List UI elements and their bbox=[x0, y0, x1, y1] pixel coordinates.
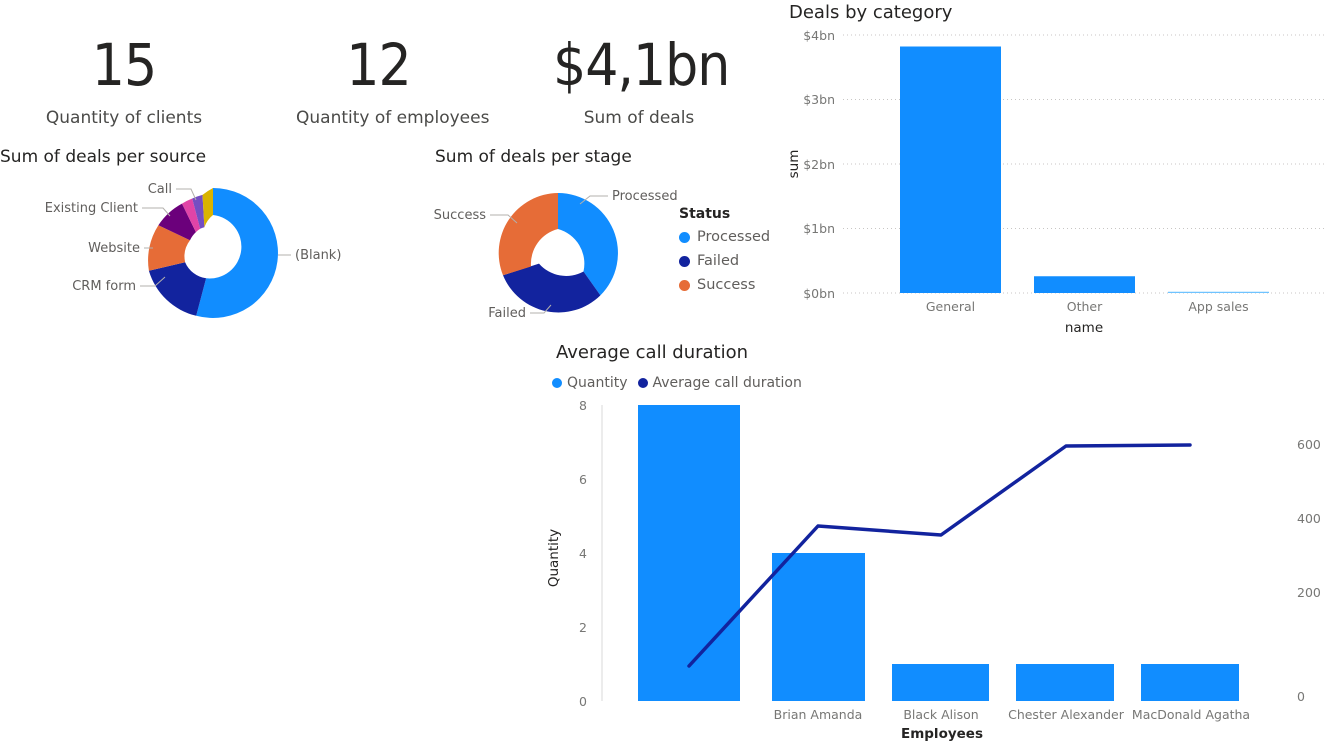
dashboard-canvas: 15 Quantity of clients 12 Quantity of em… bbox=[0, 0, 1326, 742]
legend-swatch-icon bbox=[637, 378, 648, 388]
x-tick-label: App sales bbox=[1188, 299, 1248, 314]
x-axis-title: Employees bbox=[901, 726, 983, 742]
deals-per-source-title: Sum of deals per source bbox=[0, 147, 207, 167]
deals-per-stage-chart[interactable]: Processed Success Failed bbox=[420, 180, 680, 335]
x-tick-label: Chester Alexander bbox=[1008, 707, 1125, 722]
y-tick-label: $0bn bbox=[803, 286, 835, 301]
bars[interactable] bbox=[900, 46, 1269, 294]
slice-success bbox=[498, 193, 558, 276]
kpi-label: Quantity of employees bbox=[296, 108, 490, 128]
y-tick-label: $2bn bbox=[803, 157, 835, 172]
x-tick-label: Other bbox=[1067, 299, 1103, 314]
donut-label-existing-client: Existing Client bbox=[45, 201, 138, 216]
bar-quantity-1 bbox=[638, 405, 740, 701]
y-tick-label: $1bn bbox=[803, 221, 835, 236]
y-tick-label: 4 bbox=[579, 546, 587, 561]
bar-quantity-5 bbox=[1141, 664, 1239, 701]
slice-call bbox=[202, 188, 213, 228]
status-legend[interactable]: Status Processed Failed Success bbox=[679, 206, 770, 301]
donut-slices[interactable] bbox=[498, 193, 618, 313]
left-y-axis-title: Quantity bbox=[546, 529, 562, 587]
donut-label-processed: Processed bbox=[612, 189, 678, 204]
donut-label-crm-form: CRM form bbox=[72, 279, 136, 294]
right-y-axis-ticks: 600 400 200 0 bbox=[1297, 437, 1321, 704]
bar-general bbox=[900, 46, 1001, 293]
y2-tick-label: 0 bbox=[1297, 689, 1305, 704]
bar-app-sales bbox=[1168, 291, 1269, 293]
y-tick-label: $3bn bbox=[803, 92, 835, 107]
x-axis-ticks: General Other App sales bbox=[926, 299, 1249, 314]
y-tick-label: 6 bbox=[579, 472, 587, 487]
avg-call-duration-title: Average call duration bbox=[556, 342, 749, 363]
bar-quantity-4 bbox=[1016, 664, 1114, 701]
legend-swatch-icon bbox=[679, 279, 690, 291]
x-tick-label: MacDonald Agatha bbox=[1132, 707, 1250, 722]
avg-call-duration-legend[interactable]: Quantity Average call duration bbox=[552, 375, 808, 391]
left-y-axis-ticks: 8 6 4 2 0 bbox=[579, 398, 587, 709]
bar-quantity-3 bbox=[892, 664, 989, 701]
legend-title: Status bbox=[679, 206, 731, 222]
y2-tick-label: 200 bbox=[1297, 585, 1321, 600]
deals-by-category-chart[interactable]: $4bn $3bn $2bn $1bn $0bn sum General Oth… bbox=[780, 22, 1326, 342]
bars[interactable] bbox=[638, 405, 1239, 701]
legend-label: Failed bbox=[697, 253, 740, 269]
kpi-value: 15 bbox=[91, 31, 157, 99]
legend-label: Processed bbox=[697, 229, 771, 245]
kpi-card-clients[interactable]: 15 Quantity of clients bbox=[44, 36, 204, 128]
donut-slices[interactable] bbox=[148, 188, 278, 318]
legend-item-quantity[interactable]: Quantity bbox=[552, 375, 628, 391]
legend-item-average-call-duration[interactable]: Average call duration bbox=[637, 375, 802, 391]
kpi-value: 12 bbox=[346, 31, 411, 99]
legend-item-failed[interactable]: Failed bbox=[679, 253, 770, 269]
legend-swatch-icon bbox=[679, 231, 690, 243]
y2-tick-label: 600 bbox=[1297, 437, 1321, 452]
legend-item-processed[interactable]: Processed bbox=[679, 229, 770, 245]
y-axis-title: sum bbox=[786, 150, 802, 179]
y-tick-label: $4bn bbox=[803, 28, 835, 43]
kpi-label: Quantity of clients bbox=[45, 108, 203, 128]
x-tick-label: Brian Amanda bbox=[774, 707, 863, 722]
deals-by-category-title: Deals by category bbox=[789, 2, 953, 23]
y-tick-label: 8 bbox=[579, 398, 587, 413]
donut-label-blank: (Blank) bbox=[295, 248, 341, 263]
legend-label: Quantity bbox=[567, 375, 628, 391]
donut-label-failed: Failed bbox=[488, 306, 526, 321]
bar-other bbox=[1034, 276, 1135, 293]
kpi-label: Sum of deals bbox=[583, 108, 695, 128]
x-tick-label: Black Alison bbox=[903, 707, 978, 722]
x-axis-title: name bbox=[1065, 320, 1103, 336]
slice-crm-form bbox=[148, 262, 207, 316]
donut-label-website: Website bbox=[88, 241, 140, 256]
y2-tick-label: 400 bbox=[1297, 511, 1321, 526]
y-axis-ticks: $4bn $3bn $2bn $1bn $0bn bbox=[803, 28, 835, 301]
kpi-value: $4,1bn bbox=[553, 31, 730, 99]
legend-item-success[interactable]: Success bbox=[679, 277, 770, 293]
donut-label-call: Call bbox=[148, 182, 172, 197]
bar-quantity-2 bbox=[772, 553, 865, 701]
kpi-card-sum-of-deals[interactable]: $4,1bn Sum of deals bbox=[553, 31, 730, 128]
avg-call-duration-chart[interactable]: 8 6 4 2 0 Quantity 600 400 200 0 Brian A… bbox=[545, 395, 1326, 742]
y-tick-label: 0 bbox=[579, 694, 587, 709]
legend-label: Success bbox=[697, 277, 756, 293]
deals-per-stage-title: Sum of deals per stage bbox=[435, 147, 632, 167]
line-series-average-call-duration[interactable] bbox=[687, 443, 1192, 668]
donut-label-success: Success bbox=[434, 208, 487, 223]
legend-swatch-icon bbox=[679, 255, 690, 267]
x-axis-ticks: Brian Amanda Black Alison Chester Alexan… bbox=[774, 707, 1250, 722]
deals-per-source-chart[interactable]: Call Existing Client Website CRM form (B… bbox=[0, 170, 430, 335]
legend-swatch-icon bbox=[552, 378, 562, 388]
legend-label: Average call duration bbox=[652, 375, 802, 391]
y-tick-label: 2 bbox=[579, 620, 587, 635]
kpi-card-employees[interactable]: 12 Quantity of employees bbox=[296, 31, 490, 128]
x-tick-label: General bbox=[926, 299, 975, 314]
